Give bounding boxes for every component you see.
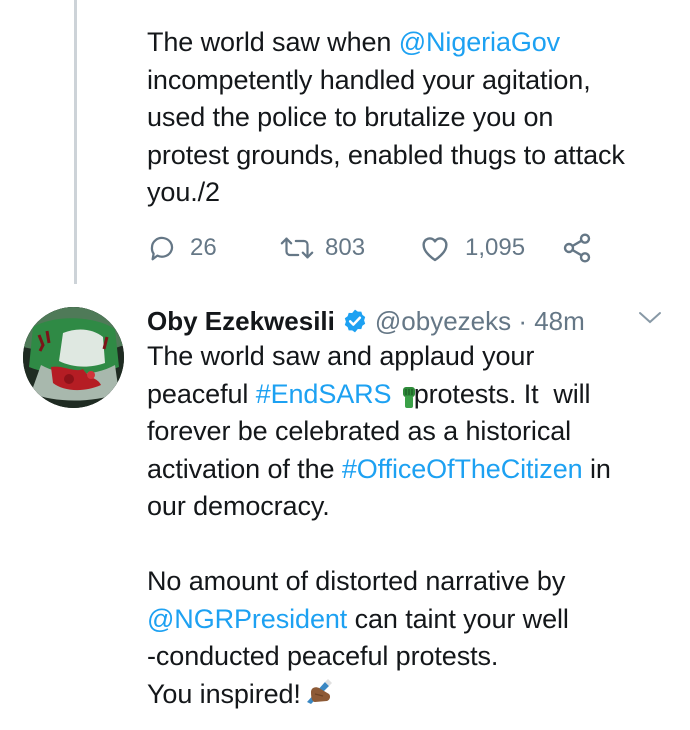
meta-separator: · bbox=[511, 305, 535, 336]
prev-tweet-line-3: used the police to brutalize you on bbox=[147, 102, 554, 132]
author-name[interactable]: Oby Ezekwesili bbox=[147, 306, 335, 337]
tweet-line-2: peaceful #EndSARS protests. It will bbox=[147, 376, 611, 414]
prev-tweet-line-5: you./2 bbox=[147, 177, 220, 207]
share-icon bbox=[561, 232, 593, 264]
chevron-down-icon bbox=[636, 312, 664, 331]
mention-link-ngrpresident[interactable]: @NGRPresident bbox=[147, 604, 347, 634]
tweet-line-4: activation of the #OfficeOfTheCitizen in bbox=[147, 453, 611, 484]
tweet-header: Oby Ezekwesili @obyezeks · 48m bbox=[147, 303, 585, 339]
prev-tweet-line-2: incompetently handled your agitation, bbox=[147, 64, 591, 95]
reply-count: 26 bbox=[190, 234, 217, 261]
like-count: 1,095 bbox=[465, 234, 526, 261]
tweet-line-5: our democracy. bbox=[147, 491, 330, 521]
avatar[interactable] bbox=[23, 307, 124, 408]
verified-badge-icon bbox=[342, 308, 368, 334]
tweet-line-8: @NGRPresident can taint your well bbox=[147, 603, 569, 634]
prev-tweet-line-4: protest grounds, enabled thugs to attack bbox=[147, 139, 625, 170]
retweet-button[interactable]: 803 bbox=[279, 234, 419, 262]
prev-tweet-actions: 26 803 1,095 bbox=[147, 228, 593, 268]
like-button[interactable]: 1,095 bbox=[419, 233, 561, 263]
tweet-line-2-rest: protests. It will bbox=[391, 379, 591, 409]
writing-hand-emoji-icon bbox=[303, 676, 335, 715]
prev-tweet-text: The world saw when @NigeriaGov incompete… bbox=[147, 24, 625, 212]
mention-link-nigeriagov[interactable]: @NigeriaGov bbox=[399, 27, 560, 57]
tweet-line-3: forever be celebrated as a historical bbox=[147, 416, 572, 446]
tweet-timestamp[interactable]: 48m bbox=[534, 306, 585, 337]
author-handle[interactable]: @obyezeks bbox=[375, 306, 511, 337]
retweet-icon bbox=[279, 234, 315, 262]
raised-fist-emoji-icon bbox=[400, 383, 418, 421]
tweet-line-1: The world saw and applaud your bbox=[147, 341, 535, 371]
thread-line bbox=[74, 0, 77, 284]
tweet-line-7: No amount of distorted narrative by bbox=[147, 566, 566, 596]
tweet-line-9: -conducted peaceful protests. bbox=[147, 641, 499, 671]
reply-button[interactable]: 26 bbox=[147, 233, 279, 263]
retweet-count: 803 bbox=[325, 234, 366, 261]
prev-tweet-line-1: The world saw when @NigeriaGov bbox=[147, 27, 561, 57]
tweet-text: The world saw and applaud your peaceful … bbox=[147, 338, 611, 715]
heart-icon bbox=[419, 233, 451, 263]
hashtag-endsars[interactable]: #EndSARS bbox=[256, 379, 392, 409]
share-button[interactable] bbox=[561, 232, 593, 264]
reply-icon bbox=[147, 233, 177, 263]
more-options-button[interactable] bbox=[636, 309, 664, 332]
hashtag-officeofthecitizen[interactable]: #OfficeOfTheCitizen bbox=[342, 454, 583, 484]
tweet-line-10: You inspired! bbox=[147, 676, 611, 715]
